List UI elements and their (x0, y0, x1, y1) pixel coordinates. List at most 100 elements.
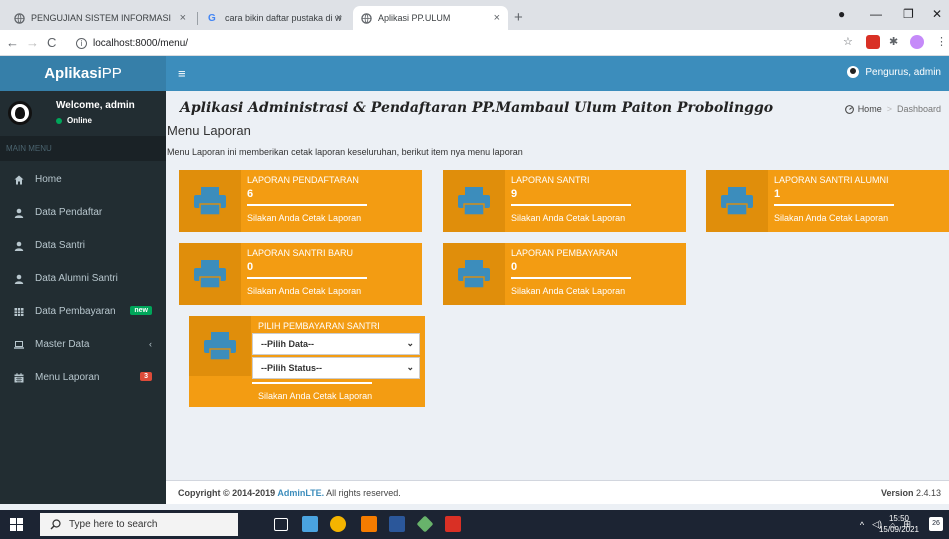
card-print-link[interactable]: Silakan Anda Cetak Laporan (247, 286, 361, 296)
sidebar-item-label: Data Pembayaran (35, 306, 116, 317)
sidebar-item-data-pembayaran[interactable]: Data Pembayaran new (0, 295, 166, 328)
sidebar-item-data-pendaftar[interactable]: Data Pendaftar (0, 196, 166, 229)
dashboard-icon (844, 104, 854, 114)
report-card-pendaftaran[interactable]: LAPORAN PENDAFTARAN 6 Silakan Anda Cetak… (179, 170, 422, 232)
home-icon (14, 175, 24, 184)
card-title: LAPORAN SANTRI (511, 175, 590, 185)
task-view-icon[interactable] (274, 518, 288, 531)
sidebar-item-data-santri[interactable]: Data Santri (0, 229, 166, 262)
report-card-santri-baru[interactable]: LAPORAN SANTRI BARU 0 Silakan Anda Cetak… (179, 243, 422, 305)
tab-divider (197, 12, 198, 25)
report-card-santri[interactable]: LAPORAN SANTRI 9 Silakan Anda Cetak Lapo… (443, 170, 686, 232)
hamburger-menu-icon[interactable]: ≡ (178, 66, 186, 81)
browser-tab[interactable]: G cara bikin daftar pustaka di word × (200, 6, 350, 30)
chevron-left-icon: ‹ (149, 339, 152, 349)
welcome-text: Welcome, admin (56, 100, 135, 111)
report-card-pembayaran[interactable]: LAPORAN PEMBAYARAN 0 Silakan Anda Cetak … (443, 243, 686, 305)
browser-tab[interactable]: PENGUJIAN SISTEM INFORMASI × (6, 6, 194, 30)
breadcrumb-home-link[interactable]: Home (858, 104, 882, 114)
pdf-extension-icon[interactable] (866, 35, 880, 49)
windows-start-icon[interactable] (10, 518, 23, 531)
card-title: LAPORAN PENDAFTARAN (247, 175, 359, 185)
restore-icon[interactable]: ❐ (903, 7, 914, 21)
back-icon[interactable]: ← (6, 35, 19, 50)
forward-icon[interactable]: → (26, 35, 39, 50)
taskbar-search[interactable]: Type here to search (40, 513, 238, 536)
count-badge: 3 (140, 372, 152, 381)
card-count: 9 (511, 188, 518, 200)
tab-label: Aplikasi PP.ULUM (378, 13, 451, 23)
logo-text: PP (101, 65, 122, 82)
card-progress-bar (247, 204, 367, 206)
url-field[interactable]: i localhost:8000/menu/ (76, 33, 916, 53)
browser-tab-strip: PENGUJIAN SISTEM INFORMASI × G cara biki… (0, 0, 949, 30)
profile-icon[interactable]: ● (838, 7, 845, 21)
user-avatar-icon (8, 101, 32, 125)
card-progress-bar (511, 204, 631, 206)
word-icon[interactable] (389, 516, 405, 532)
card-progress-bar (511, 277, 631, 279)
app-logo[interactable]: Aplikasi PP (0, 56, 166, 91)
reload-icon[interactable]: C (47, 35, 56, 50)
clock-date: 15/09/2021 (878, 525, 919, 534)
sidebar-item-master-data[interactable]: Master Data ‹ (0, 328, 166, 361)
card-count: 0 (511, 261, 518, 273)
print-icon-box (179, 170, 241, 232)
chevron-down-icon: ⌄ (406, 362, 414, 372)
user-icon (14, 208, 24, 218)
kebab-menu-icon[interactable]: ⋮ (936, 35, 947, 48)
card-print-link[interactable]: Silakan Anda Cetak Laporan (774, 213, 888, 223)
acrobat-icon[interactable] (445, 516, 461, 532)
adminlte-link[interactable]: AdminLTE. (277, 488, 324, 498)
taskbar-clock[interactable]: 15:50 15/09/2021 (879, 513, 919, 535)
search-placeholder: Type here to search (69, 519, 158, 530)
section-title: Menu Laporan (167, 123, 251, 138)
globe-icon (14, 12, 25, 24)
notification-icon[interactable]: 26 (929, 517, 943, 531)
browser-tab-active[interactable]: Aplikasi PP.ULUM × (353, 6, 508, 30)
clock-time: 15:50 (888, 514, 909, 523)
card-title: LAPORAN SANTRI ALUMNI (774, 175, 889, 185)
card-print-link[interactable]: Silakan Anda Cetak Laporan (511, 286, 625, 296)
report-card-santri-alumni[interactable]: LAPORAN SANTRI ALUMNI 1 Silakan Anda Cet… (706, 170, 949, 232)
breadcrumb: Home > Dashboard (844, 104, 941, 114)
close-window-icon[interactable]: ✕ (932, 7, 942, 21)
user-panel: Welcome, admin Online (0, 91, 166, 136)
calendar-icon (14, 372, 24, 382)
sidebar-item-label: Data Santri (35, 240, 86, 251)
sidebar-item-menu-laporan[interactable]: Menu Laporan 3 (0, 361, 166, 394)
online-dot-icon (56, 117, 62, 124)
git-icon[interactable] (416, 515, 434, 533)
sublime-text-icon[interactable] (361, 516, 377, 532)
tab-label: PENGUJIAN SISTEM INFORMASI (31, 13, 172, 23)
card-print-link[interactable]: Silakan Anda Cetak Laporan (258, 391, 372, 401)
card-print-link[interactable]: Silakan Anda Cetak Laporan (247, 213, 361, 223)
chrome-icon[interactable] (330, 516, 346, 532)
user-menu[interactable]: Pengurus, admin (847, 66, 941, 78)
info-icon[interactable]: i (76, 37, 87, 49)
sidebar-item-home[interactable]: Home (0, 163, 166, 196)
tab-close-icon[interactable]: × (494, 12, 500, 24)
sidebar-item-label: Master Data (35, 339, 90, 350)
extensions-icon[interactable]: ✱ (889, 35, 898, 48)
tab-close-icon[interactable]: × (336, 12, 342, 24)
page-footer: Copyright © 2014-2019 AdminLTE. All righ… (166, 480, 949, 504)
card-print-link[interactable]: Silakan Anda Cetak Laporan (511, 213, 625, 223)
sidebar-item-data-alumni-santri[interactable]: Data Alumni Santri (0, 262, 166, 295)
bookmark-star-icon[interactable]: ☆ (843, 35, 853, 48)
chevron-down-icon: ⌄ (406, 338, 414, 348)
select-data-dropdown[interactable]: --Pilih Data-- ⌄ (252, 333, 420, 355)
tab-close-icon[interactable]: × (180, 12, 186, 24)
file-explorer-icon[interactable] (302, 516, 318, 532)
select-status-dropdown[interactable]: --Pilih Status-- ⌄ (252, 357, 420, 379)
sidebar-item-label: Home (35, 174, 62, 185)
chevron-up-icon[interactable]: ^ (860, 520, 864, 530)
user-menu-label: Pengurus, admin (865, 66, 941, 78)
version-label: Version (880, 488, 914, 498)
sidebar-item-label: Menu Laporan (35, 372, 100, 383)
card-count: 6 (247, 188, 254, 200)
print-icon-box (443, 170, 505, 232)
new-tab-icon[interactable]: + (514, 9, 523, 26)
profile-avatar-icon[interactable] (910, 35, 924, 49)
minimize-icon[interactable]: — (870, 7, 882, 21)
